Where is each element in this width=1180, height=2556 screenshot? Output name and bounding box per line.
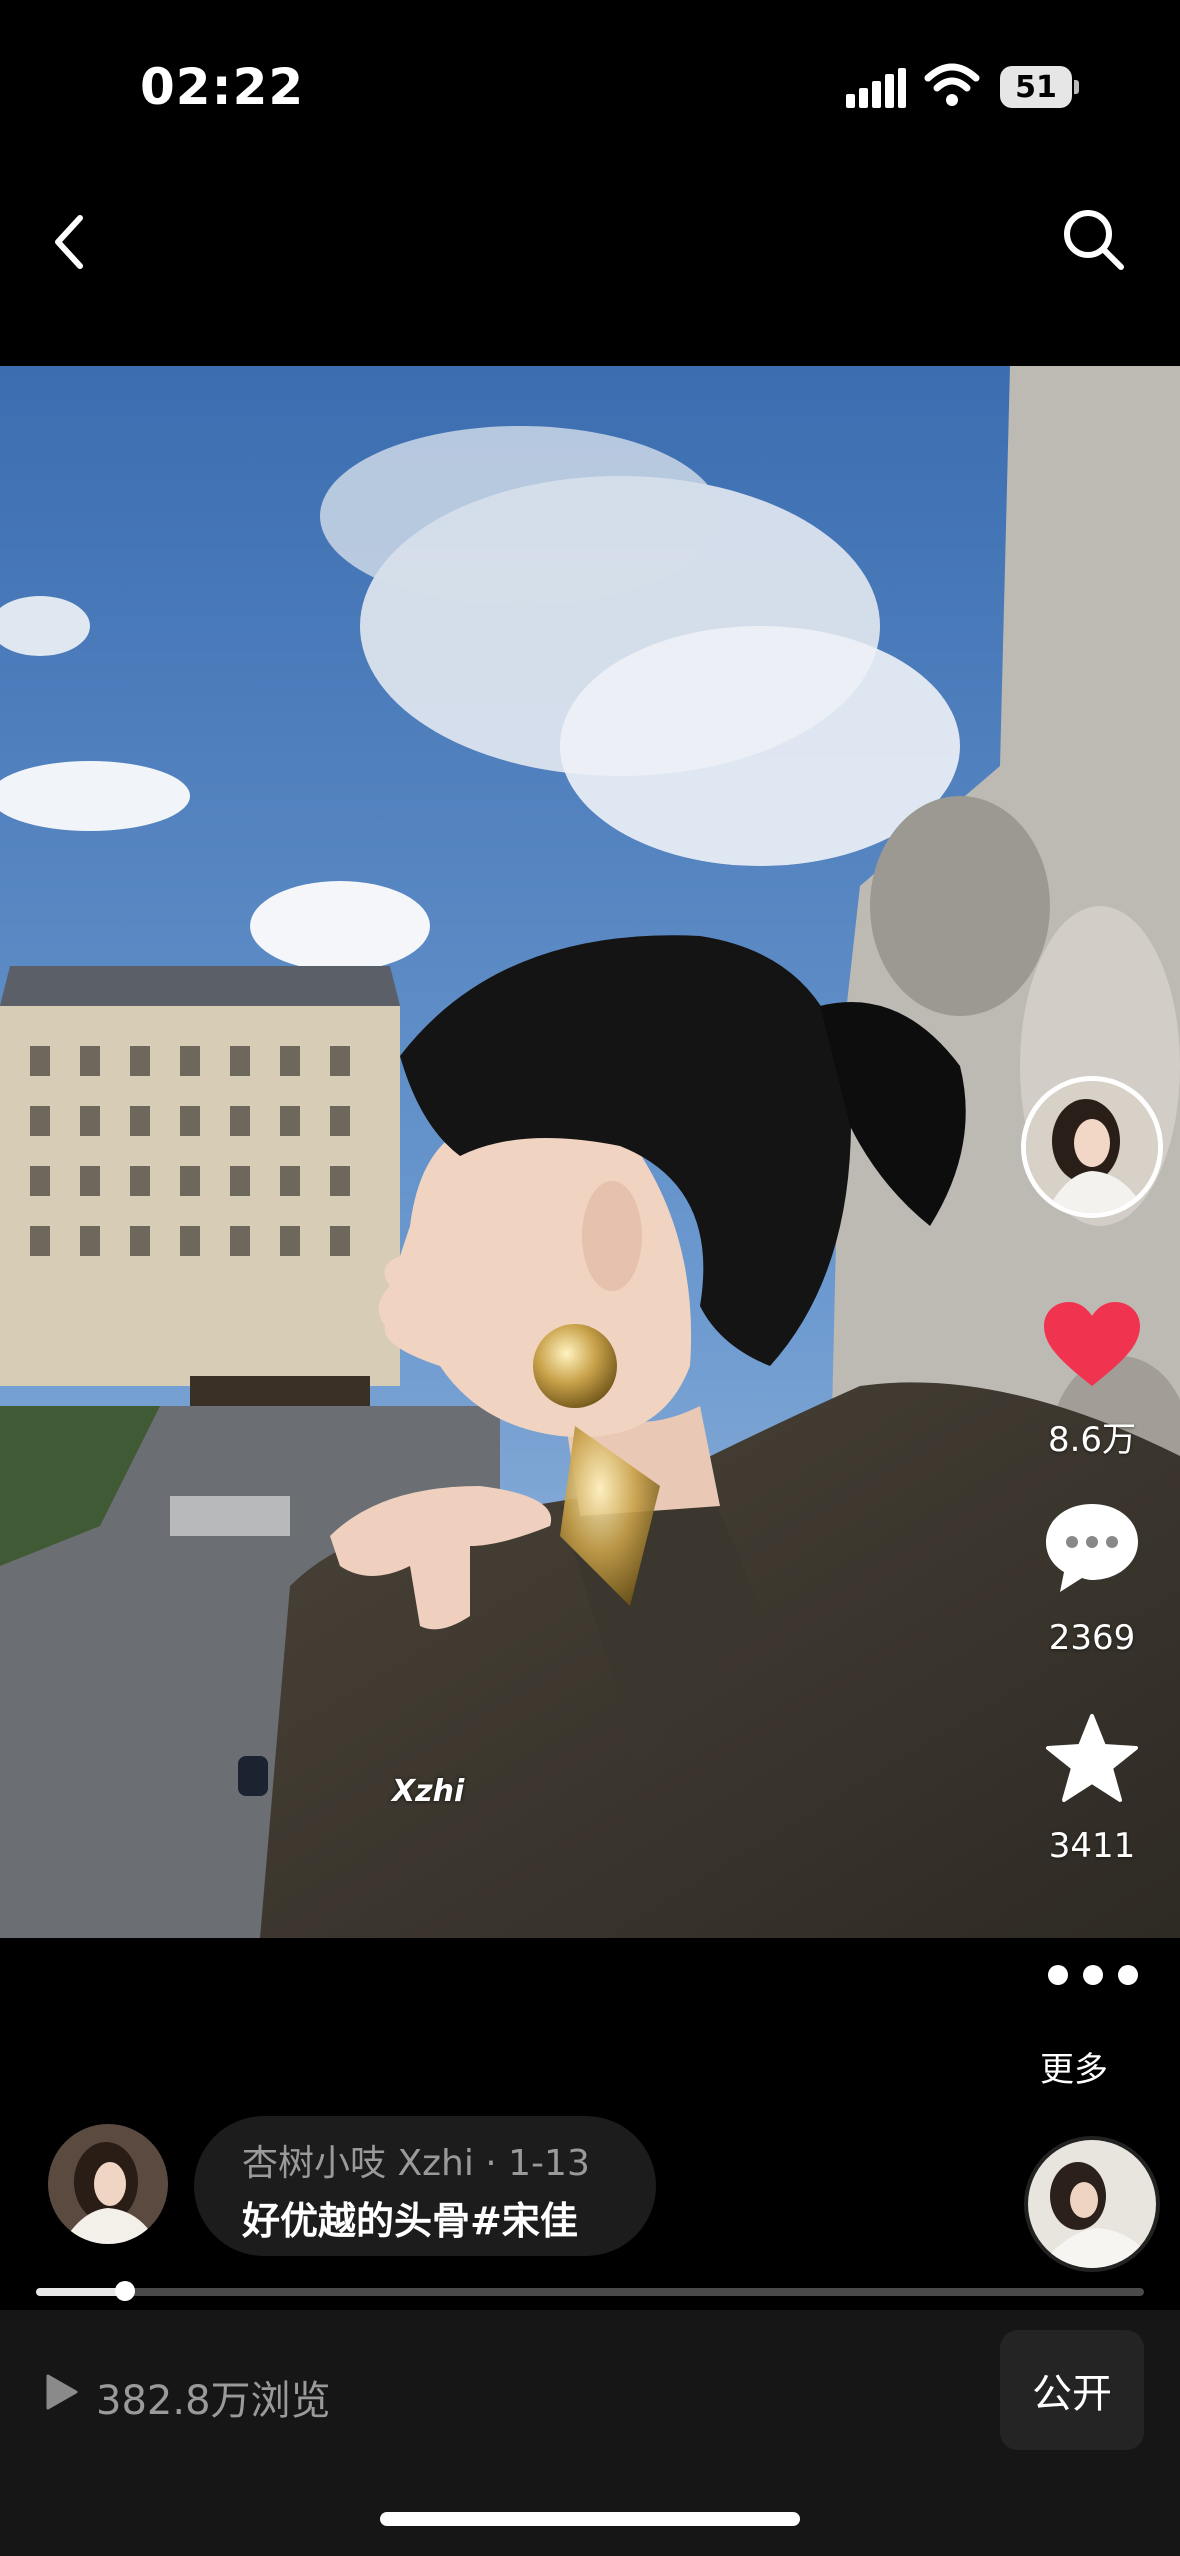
battery-indicator: 51 — [1000, 66, 1072, 108]
more-dot-icon — [1048, 1965, 1068, 1985]
caption-text: 好优越的头骨#宋佳 — [242, 2199, 578, 2243]
status-time: 02:22 — [140, 58, 305, 116]
video-progress-fill — [36, 2288, 125, 2296]
battery-tip — [1074, 80, 1079, 94]
favorite-count: 3411 — [1048, 1826, 1136, 1866]
visibility-public-button[interactable]: 公开 — [1000, 2330, 1144, 2450]
wifi-icon — [924, 63, 980, 106]
view-count: 382.8万浏览 — [96, 2378, 331, 2424]
caption-author-date: 杏树小吱 Xzhi · 1-13 — [242, 2143, 590, 2184]
more-dot-icon — [1083, 1965, 1103, 1985]
more-button[interactable] — [1048, 1960, 1138, 1990]
back-button[interactable] — [30, 202, 110, 282]
more-dot-icon — [1118, 1965, 1138, 1985]
chevron-left-icon — [55, 215, 83, 269]
like-button[interactable] — [1037, 1296, 1147, 1392]
play-icon — [46, 2374, 78, 2410]
cellular-signal-icon — [846, 68, 906, 108]
author-avatar[interactable] — [1021, 1076, 1163, 1218]
music-disc-button[interactable] — [1024, 2136, 1160, 2272]
search-button[interactable] — [1054, 200, 1134, 280]
video-progress-track[interactable] — [36, 2288, 1144, 2296]
home-indicator[interactable] — [380, 2512, 800, 2526]
video-frame-image — [0, 366, 1180, 1938]
favorite-button[interactable] — [1037, 1710, 1147, 1806]
video-watermark: Xzhi — [392, 1774, 465, 1809]
more-label[interactable]: 更多 — [1040, 2042, 1108, 2091]
caption-author-avatar[interactable] — [48, 2124, 168, 2244]
video-progress-handle[interactable] — [115, 2281, 135, 2301]
heart-icon — [1044, 1302, 1140, 1386]
author-avatar-image — [1026, 1081, 1158, 1213]
comment-button[interactable] — [1037, 1500, 1147, 1596]
search-icon — [1064, 210, 1124, 270]
caption-avatar-image — [48, 2124, 168, 2244]
like-count: 8.6万 — [1047, 1420, 1137, 1460]
comment-bubble-icon — [1046, 1504, 1138, 1592]
comment-count: 2369 — [1048, 1618, 1136, 1658]
star-icon — [1046, 1714, 1138, 1802]
video-player[interactable] — [0, 366, 1180, 1938]
music-disc-image — [1028, 2140, 1156, 2268]
